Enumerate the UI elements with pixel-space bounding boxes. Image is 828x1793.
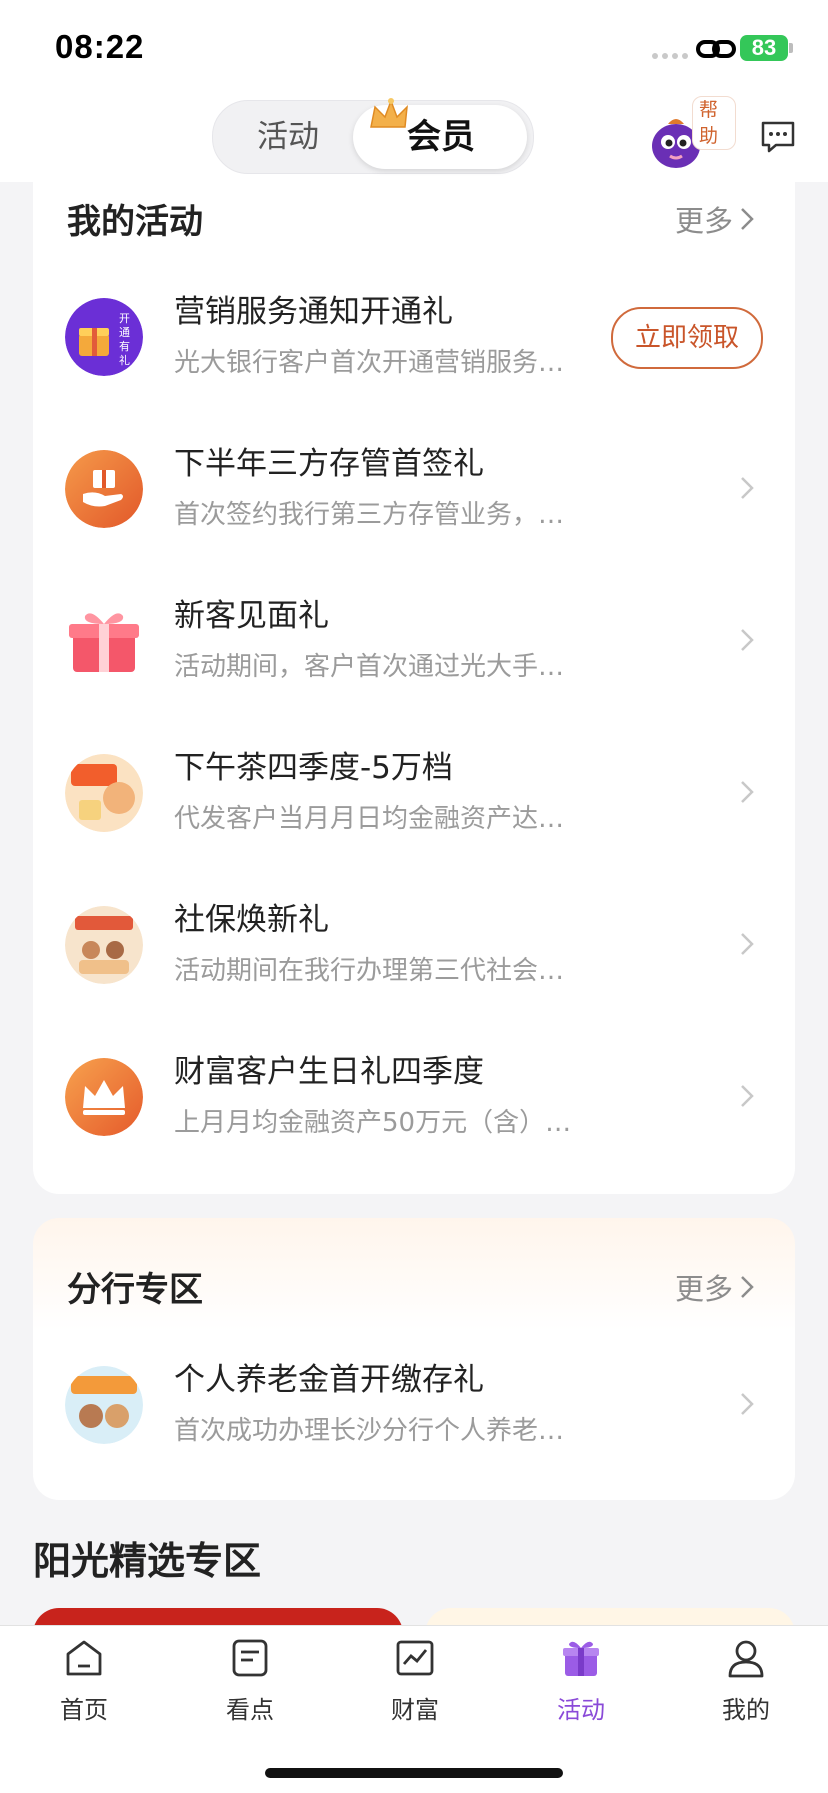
chevron-right-icon bbox=[741, 1085, 754, 1107]
status-time: 08:22 bbox=[55, 28, 145, 65]
chart-icon bbox=[396, 1640, 434, 1676]
activity-title: 营销服务通知开通礼 bbox=[174, 294, 453, 330]
activity-item[interactable]: 社保焕新礼 活动期间在我行办理第三代社会… bbox=[33, 870, 795, 1020]
help-button[interactable]: 帮助 bbox=[646, 96, 736, 168]
svg-text:礼: 礼 bbox=[119, 353, 130, 367]
pension-thumbnail bbox=[65, 1366, 143, 1444]
tab-label: 看点 bbox=[226, 1696, 274, 1724]
gift-icon bbox=[563, 1641, 599, 1676]
crown-icon bbox=[370, 98, 408, 128]
tab-label: 财富 bbox=[391, 1696, 439, 1724]
activity-title: 下午茶四季度-5万档 bbox=[174, 750, 453, 786]
more-label: 更多 bbox=[674, 204, 733, 238]
person-icon bbox=[728, 1640, 764, 1678]
chevron-right-icon bbox=[741, 208, 754, 230]
gift-hand-icon bbox=[65, 450, 143, 528]
branch-zone-card: 分行专区 更多 个人养老金首开缴存礼 首次成功办理长沙分行个人养老… bbox=[33, 1218, 795, 1500]
activity-desc: 代发客户当月月日均金融资产达… bbox=[174, 804, 565, 834]
chevron-right-icon bbox=[741, 629, 754, 651]
tab-member-label: 会员 bbox=[407, 117, 475, 157]
activity-title: 新客见面礼 bbox=[174, 598, 329, 634]
tab-highlights[interactable]: 看点 bbox=[190, 1636, 310, 1736]
activity-title: 财富客户生日礼四季度 bbox=[174, 1054, 484, 1090]
afternoon-tea-thumbnail bbox=[65, 754, 143, 832]
tab-label: 活动 bbox=[557, 1696, 605, 1724]
sunny-zone-title: 阳光精选专区 bbox=[33, 1539, 262, 1583]
activity-title: 下半年三方存管首签礼 bbox=[174, 446, 484, 482]
chevron-right-icon bbox=[741, 1276, 754, 1298]
tab-home[interactable]: 首页 bbox=[24, 1636, 144, 1736]
activity-desc: 首次成功办理长沙分行个人养老… bbox=[174, 1416, 565, 1446]
crown-icon bbox=[65, 1058, 143, 1136]
activity-item[interactable]: 下半年三方存管首签礼 首次签约我行第三方存管业务，… bbox=[33, 414, 795, 564]
my-activities-card: 我的活动 更多 开 通 有 礼 营销服务通知开通礼 光大银行客户首次开通营销服务… bbox=[33, 150, 795, 1194]
header-segmented-control: 活动 会员 bbox=[212, 98, 534, 174]
tab-member[interactable]: 会员 bbox=[353, 98, 527, 169]
activity-title: 个人养老金首开缴存礼 bbox=[174, 1362, 484, 1398]
branch-zone-more-link[interactable]: 更多 bbox=[675, 1266, 755, 1308]
chevron-right-icon bbox=[741, 477, 754, 499]
chevron-right-icon bbox=[741, 781, 754, 803]
more-label: 更多 bbox=[674, 1272, 733, 1306]
activity-desc: 光大银行客户首次开通营销服务… bbox=[174, 348, 565, 378]
chevron-right-icon bbox=[741, 1393, 754, 1415]
tab-activity[interactable]: 活动 bbox=[257, 101, 319, 173]
activity-desc: 活动期间在我行办理第三代社会… bbox=[174, 956, 565, 986]
svg-text:开: 开 bbox=[119, 312, 130, 325]
battery-tip bbox=[789, 43, 793, 53]
activity-desc: 上月月均金融资产50万元（含）… bbox=[174, 1108, 572, 1138]
tab-label: 首页 bbox=[60, 1696, 108, 1724]
activity-title: 社保焕新礼 bbox=[174, 902, 329, 938]
tab-activities[interactable]: 活动 bbox=[521, 1636, 641, 1736]
help-label: 帮助 bbox=[692, 96, 736, 150]
activity-desc: 活动期间，客户首次通过光大手… bbox=[174, 652, 565, 682]
message-icon[interactable] bbox=[760, 120, 796, 154]
my-activities-more-link[interactable]: 更多 bbox=[675, 198, 755, 240]
activity-item[interactable]: 新客见面礼 活动期间，客户首次通过光大手… bbox=[33, 566, 795, 716]
activity-item[interactable]: 下午茶四季度-5万档 代发客户当月月日均金融资产达… bbox=[33, 718, 795, 868]
signal-icon bbox=[652, 53, 690, 59]
tab-mine[interactable]: 我的 bbox=[686, 1636, 806, 1736]
gift-notice-icon: 开 通 有 礼 bbox=[65, 298, 143, 376]
branch-zone-title: 分行专区 bbox=[67, 1270, 203, 1310]
activity-item[interactable]: 财富客户生日礼四季度 上月月均金融资产50万元（含）… bbox=[33, 1022, 795, 1172]
svg-text:通: 通 bbox=[119, 326, 130, 339]
chevron-right-icon bbox=[741, 933, 754, 955]
branch-activity-item[interactable]: 个人养老金首开缴存礼 首次成功办理长沙分行个人养老… bbox=[33, 1330, 795, 1480]
link-icon bbox=[696, 40, 736, 58]
svg-text:有: 有 bbox=[119, 339, 130, 353]
home-icon bbox=[66, 1640, 102, 1676]
home-indicator bbox=[265, 1768, 563, 1778]
gift-box-icon bbox=[65, 602, 143, 680]
my-activities-title: 我的活动 bbox=[67, 202, 203, 242]
tab-wealth[interactable]: 财富 bbox=[355, 1636, 475, 1736]
top-header: 08:22 83 活动 会员 帮助 bbox=[0, 0, 828, 182]
battery-indicator: 83 bbox=[740, 35, 788, 61]
activity-item[interactable]: 开 通 有 礼 营销服务通知开通礼 光大银行客户首次开通营销服务… 立即领取 bbox=[33, 262, 795, 412]
activity-desc: 首次签约我行第三方存管业务，… bbox=[174, 500, 565, 530]
claim-now-button[interactable]: 立即领取 bbox=[611, 307, 763, 369]
article-icon bbox=[232, 1639, 268, 1677]
social-security-thumbnail bbox=[65, 906, 143, 984]
tab-label: 我的 bbox=[722, 1696, 770, 1724]
